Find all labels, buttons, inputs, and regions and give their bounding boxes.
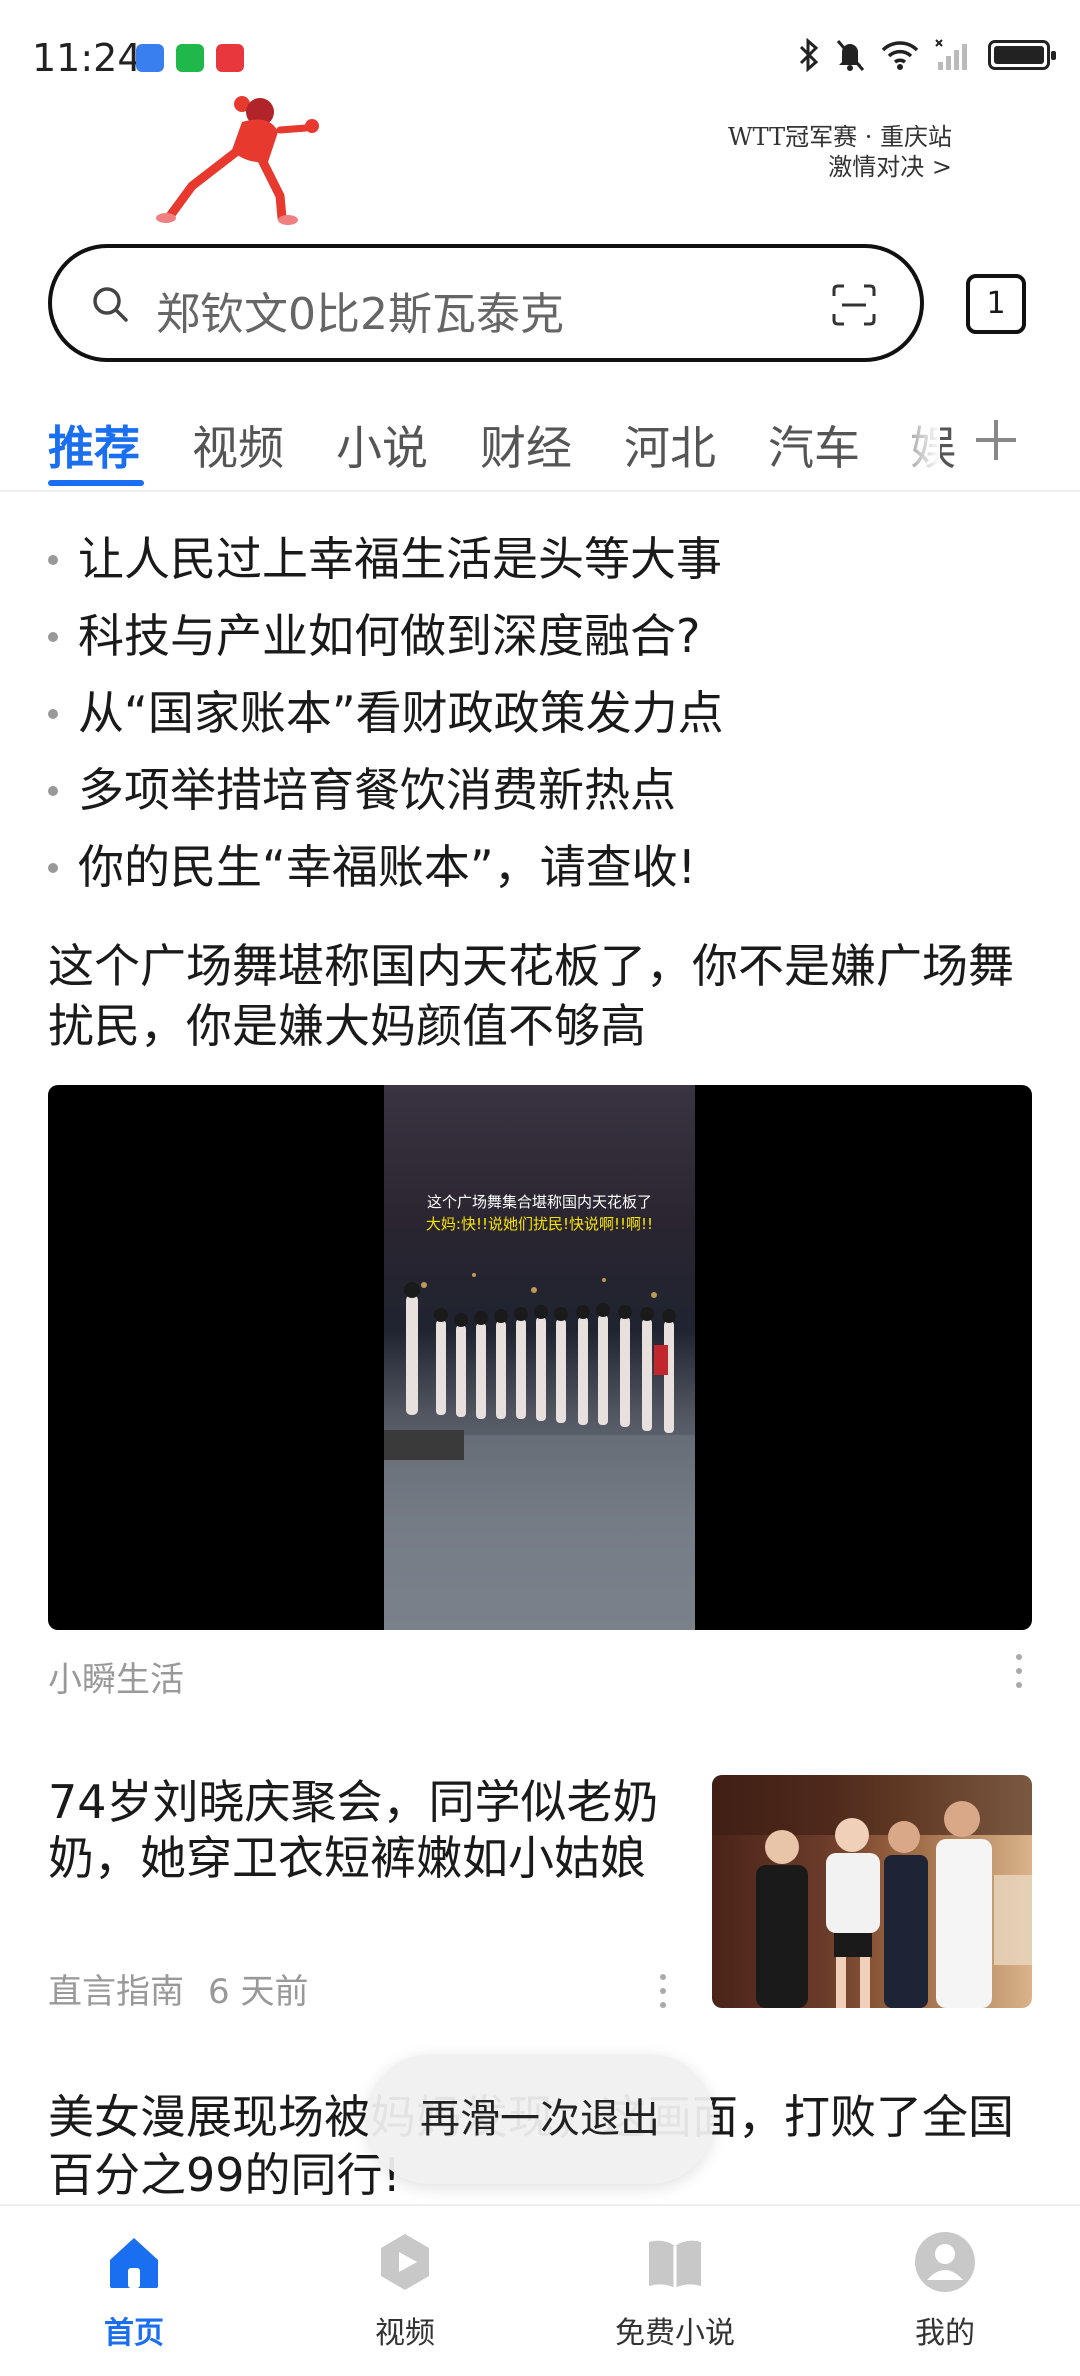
article-source: 直言指南: [48, 1972, 184, 2012]
hot-item[interactable]: 让人民过上幸福生活是头等大事: [48, 524, 724, 601]
tab-recommend[interactable]: 推荐: [48, 412, 140, 478]
banner-title: WTT冠军赛 · 重庆站: [727, 123, 952, 151]
table-tennis-player-icon: [156, 96, 319, 225]
article-title[interactable]: 这个广场舞堪称国内天花板了，你不是嫌广场舞扰民，你是嫌大妈颜值不够高: [48, 936, 1038, 1056]
tab-video[interactable]: 视频: [192, 412, 284, 478]
home-icon: [110, 2238, 158, 2288]
tabs-fade: [880, 400, 940, 490]
nav-label: 首页: [104, 2316, 164, 2351]
signal-icon: [935, 39, 967, 70]
nav-free-novel[interactable]: 免费小说: [590, 2230, 760, 2352]
book-icon: [649, 2240, 701, 2288]
search-input[interactable]: 郑钦文0比2斯瓦泰克: [156, 278, 564, 342]
avatar-icon: [915, 2232, 975, 2292]
tab-hebei[interactable]: 河北: [624, 412, 716, 478]
hot-item[interactable]: 多项举措培育餐饮消费新热点: [48, 755, 724, 832]
bullet-icon: [48, 862, 58, 873]
video-player[interactable]: 这个广场舞集合堪称国内天花板了 大妈:快!!说她们扰民!快说啊!!啊!!: [48, 1085, 1032, 1630]
nav-home[interactable]: 首页: [49, 2230, 219, 2352]
more-options-icon[interactable]: [659, 1974, 667, 2008]
article-time: 6 天前: [208, 1972, 309, 2012]
nav-label: 视频: [375, 2316, 435, 2351]
tab-finance[interactable]: 财经: [480, 412, 572, 478]
bullet-icon: [48, 631, 58, 642]
usb-notification-icon: [136, 44, 164, 72]
exit-toast: 再滑一次退出: [366, 2054, 714, 2184]
event-banner[interactable]: WTT冠军赛 · 重庆站 激情对决 >: [728, 122, 952, 182]
dancers-image: [384, 1273, 695, 1630]
tab-count-button[interactable]: 1: [966, 274, 1026, 334]
article-source: 小瞬生活: [48, 1660, 184, 1700]
nav-label: 免费小说: [615, 2316, 735, 2351]
tab-novel[interactable]: 小说: [336, 412, 428, 478]
battery-icon: [988, 40, 1056, 70]
bullet-icon: [48, 785, 58, 796]
battery-notification-icon: [176, 44, 204, 72]
active-tab-indicator: [48, 480, 144, 486]
scan-icon[interactable]: [832, 284, 876, 326]
add-channel-icon[interactable]: [968, 410, 1024, 470]
status-time: 11:24: [32, 36, 142, 80]
bottom-nav: 首页 视频 免费小说 我的: [0, 2204, 1080, 2376]
article-title[interactable]: 74岁刘晓庆聚会，同学似老奶奶，她穿卫衣短裤嫩如小姑娘: [48, 1774, 688, 1886]
divider: [0, 490, 1080, 492]
wifi-icon: [881, 41, 919, 70]
group-photo-image: [712, 1775, 1032, 2008]
hot-list: 让人民过上幸福生活是头等大事 科技与产业如何做到深度融合? 从“国家账本”看财政…: [48, 524, 724, 909]
video-icon: [381, 2234, 429, 2290]
article-thumbnail[interactable]: [712, 1775, 1032, 2008]
nav-mine[interactable]: 我的: [860, 2230, 1030, 2352]
bullet-icon: [48, 708, 58, 719]
nav-label: 我的: [915, 2316, 975, 2351]
hot-item[interactable]: 从“国家账本”看财政政策发力点: [48, 678, 724, 755]
bullet-icon: [48, 554, 58, 565]
search-box[interactable]: 郑钦文0比2斯瓦泰克: [48, 244, 924, 362]
search-icon: [93, 287, 128, 322]
hot-item[interactable]: 科技与产业如何做到深度融合?: [48, 601, 724, 678]
bluetooth-icon: [799, 38, 819, 72]
video-frame: 这个广场舞集合堪称国内天花板了 大妈:快!!说她们扰民!快说啊!!啊!!: [384, 1085, 695, 1630]
app-notification-icon: [216, 44, 244, 72]
more-options-icon[interactable]: [1015, 1654, 1023, 1688]
banner-subtitle: 激情对决 >: [828, 153, 952, 181]
hot-item[interactable]: 你的民生“幸福账本”，请查收!: [48, 832, 724, 909]
tab-auto[interactable]: 汽车: [768, 412, 860, 478]
article-meta: 直言指南 6 天前: [48, 1964, 308, 2013]
nav-video[interactable]: 视频: [320, 2230, 490, 2352]
channel-tabs: 推荐 视频 小说 财经 河北 汽车 娱: [0, 400, 1080, 490]
mute-bell-icon: [836, 40, 865, 71]
